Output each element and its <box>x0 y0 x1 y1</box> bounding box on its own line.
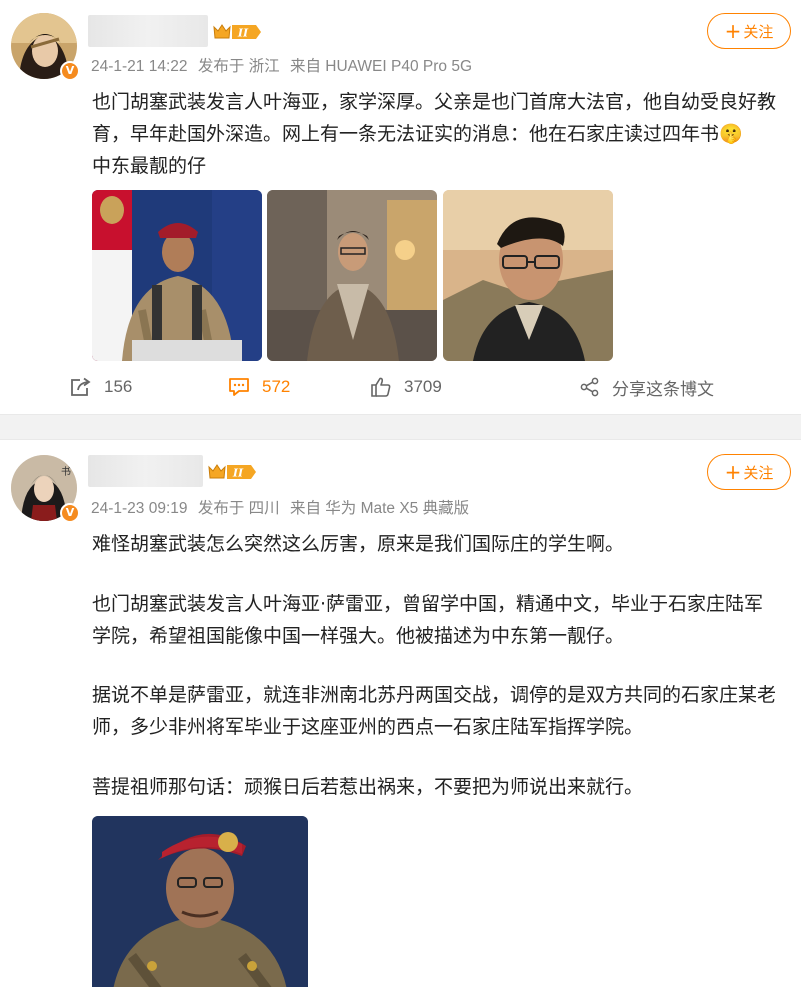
post-paragraph-3: 据说不单是萨雷亚，就连非洲南北苏丹两国交战，调停的是双方共同的石家庄某老 师，多… <box>92 679 797 743</box>
comment-button[interactable]: 572 <box>228 366 290 408</box>
level-label: II <box>232 467 244 480</box>
svg-text:书: 书 <box>61 466 71 478</box>
post-text-line: 育，早年赴国外深造。网上有一条无法证实的消息：他在石家庄读过四年书🤫 <box>92 123 743 145</box>
share-icon <box>580 377 599 397</box>
post-paragraph-1: 难怪胡塞武装怎么突然这么厉害，原来是我们国际庄的学生啊。 <box>92 533 625 555</box>
crown-icon: II <box>207 462 257 482</box>
post-meta: 24-1-21 14:22 发布于 浙江 来自 HUAWEI P40 Pro 5… <box>91 54 478 76</box>
post-image-2[interactable] <box>267 190 437 361</box>
post-text: 也门胡塞武装发言人叶海亚，家学深厚。父亲是也门首席大法官，他自幼受良好教 育，早… <box>92 86 792 182</box>
location: 发布于 浙江 <box>197 58 280 75</box>
post-actions: 156 572 3709 分享这条博文 <box>0 366 801 408</box>
device: 来自 HUAWEI P40 Pro 5G <box>289 58 472 75</box>
share-label: 分享这条博文 <box>612 379 714 399</box>
post-meta: 24-1-23 09:19 发布于 四川 来自 华为 Mate X5 典藏版 <box>91 496 475 518</box>
post-divider <box>0 414 801 440</box>
follow-label: 关注 <box>743 464 774 482</box>
post-paragraph-4: 菩提祖师那句话：顽猴日后若惹出祸来，不要把为师说出来就行。 <box>92 771 797 803</box>
level-label: II <box>237 27 249 40</box>
post-text-line: 菩提祖师那句话：顽猴日后若惹出祸来，不要把为师说出来就行。 <box>92 776 644 798</box>
device: 来自 华为 Mate X5 典藏版 <box>289 500 470 517</box>
post-text-line: 也门胡塞武装发言人叶海亚，家学深厚。父亲是也门首席大法官，他自幼受良好教 <box>92 91 777 113</box>
crown-icon: II <box>212 22 262 42</box>
username-blurred[interactable] <box>88 15 208 47</box>
weibo-post-2: 书 V II 24-1-23 09:19 发布于 四川 来自 华为 Mate X… <box>0 440 801 987</box>
plus-icon: + <box>724 460 742 484</box>
like-icon <box>371 377 391 397</box>
follow-button[interactable]: + 关注 <box>707 13 791 49</box>
weibo-post-1: V II 24-1-21 14:22 发布于 浙江 来自 HUAWEI P40 … <box>0 0 801 414</box>
timestamp[interactable]: 24-1-23 09:19 <box>91 500 188 517</box>
repost-button[interactable]: 156 <box>70 366 132 408</box>
verified-badge: V <box>60 503 80 523</box>
comment-count: 572 <box>262 377 291 396</box>
post-text-line: 师，多少非州将军毕业于这座亚州的西点一石家庄陆军指挥学院。 <box>92 716 644 738</box>
post-text-line: 中东最靓的仔 <box>92 155 207 177</box>
like-count: 3709 <box>404 377 442 396</box>
post-image[interactable] <box>92 816 308 987</box>
repost-icon <box>71 377 91 396</box>
post-text-line: 据说不单是萨雷亚，就连非洲南北苏丹两国交战，调停的是双方共同的石家庄某老 <box>92 684 777 706</box>
repost-count: 156 <box>104 377 133 396</box>
username-blurred[interactable] <box>88 455 203 487</box>
comment-icon <box>229 378 249 396</box>
post-image-3[interactable] <box>443 190 613 361</box>
like-button[interactable]: 3709 <box>370 366 442 408</box>
verified-badge: V <box>60 61 80 81</box>
post-text-line: 也门胡塞武装发言人叶海亚·萨雷亚，曾留学中国，精通中文，毕业于石家庄陆军 <box>92 593 764 615</box>
location: 发布于 四川 <box>197 500 280 517</box>
plus-icon: + <box>724 19 742 43</box>
post-image-1[interactable] <box>92 190 262 361</box>
post-paragraph-2: 也门胡塞武装发言人叶海亚·萨雷亚，曾留学中国，精通中文，毕业于石家庄陆军 学院，… <box>92 588 797 652</box>
post-text: 难怪胡塞武装怎么突然这么厉害，原来是我们国际庄的学生啊。 <box>92 528 797 560</box>
timestamp[interactable]: 24-1-21 14:22 <box>91 58 188 75</box>
follow-label: 关注 <box>743 23 774 41</box>
post-text-line: 学院，希望祖国能像中国一样强大。他被描述为中东第一靓仔。 <box>92 625 625 647</box>
share-button[interactable]: 分享这条博文 <box>580 366 714 408</box>
follow-button[interactable]: + 关注 <box>707 454 791 490</box>
